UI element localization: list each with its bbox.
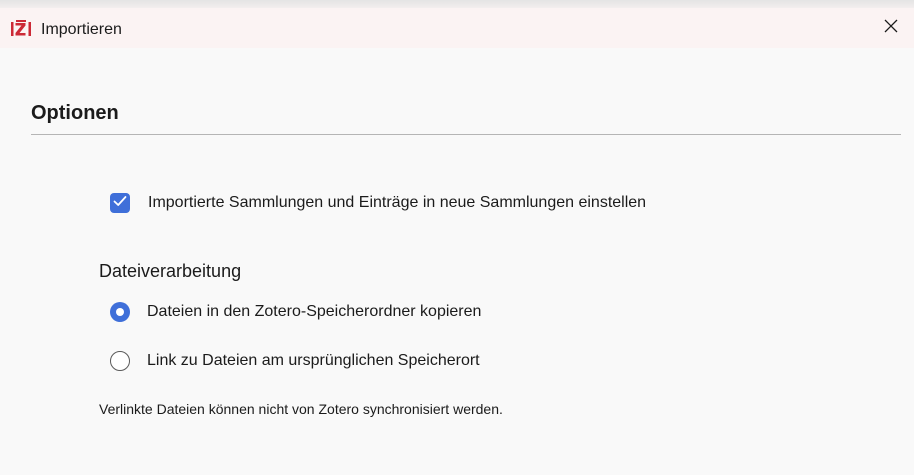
create-collections-label: Importierte Sammlungen und Einträge in n… <box>148 194 647 211</box>
file-handling-title: Dateiverarbeitung <box>99 261 242 281</box>
section-title: Optionen <box>31 102 119 124</box>
close-button[interactable] <box>868 8 914 48</box>
window-top-edge <box>0 0 914 8</box>
link-files-label: Link zu Dateien am ursprünglichen Speich… <box>147 352 480 369</box>
copy-files-option[interactable]: Dateien in den Zotero-Speicherordner kop… <box>110 302 481 322</box>
close-icon <box>883 18 899 39</box>
import-dialog: Importieren Optionen Importierte Sammlun… <box>0 0 914 475</box>
window-title: Importieren <box>41 21 122 38</box>
dialog-content: Optionen Importierte Sammlungen und Eint… <box>0 48 914 475</box>
linked-files-note: Verlinkte Dateien können nicht von Zoter… <box>99 401 503 417</box>
copy-files-label: Dateien in den Zotero-Speicherordner kop… <box>147 303 482 320</box>
section-divider <box>31 134 901 135</box>
create-collections-checkbox[interactable] <box>110 193 130 213</box>
create-collections-option[interactable]: Importierte Sammlungen und Einträge in n… <box>110 193 646 213</box>
link-files-option[interactable]: Link zu Dateien am ursprünglichen Speich… <box>110 351 480 371</box>
zotero-z-icon <box>10 19 32 39</box>
checkmark-icon <box>113 194 127 212</box>
link-files-radio[interactable] <box>110 351 130 371</box>
copy-files-radio[interactable] <box>110 302 130 322</box>
title-bar[interactable]: Importieren <box>0 8 914 48</box>
